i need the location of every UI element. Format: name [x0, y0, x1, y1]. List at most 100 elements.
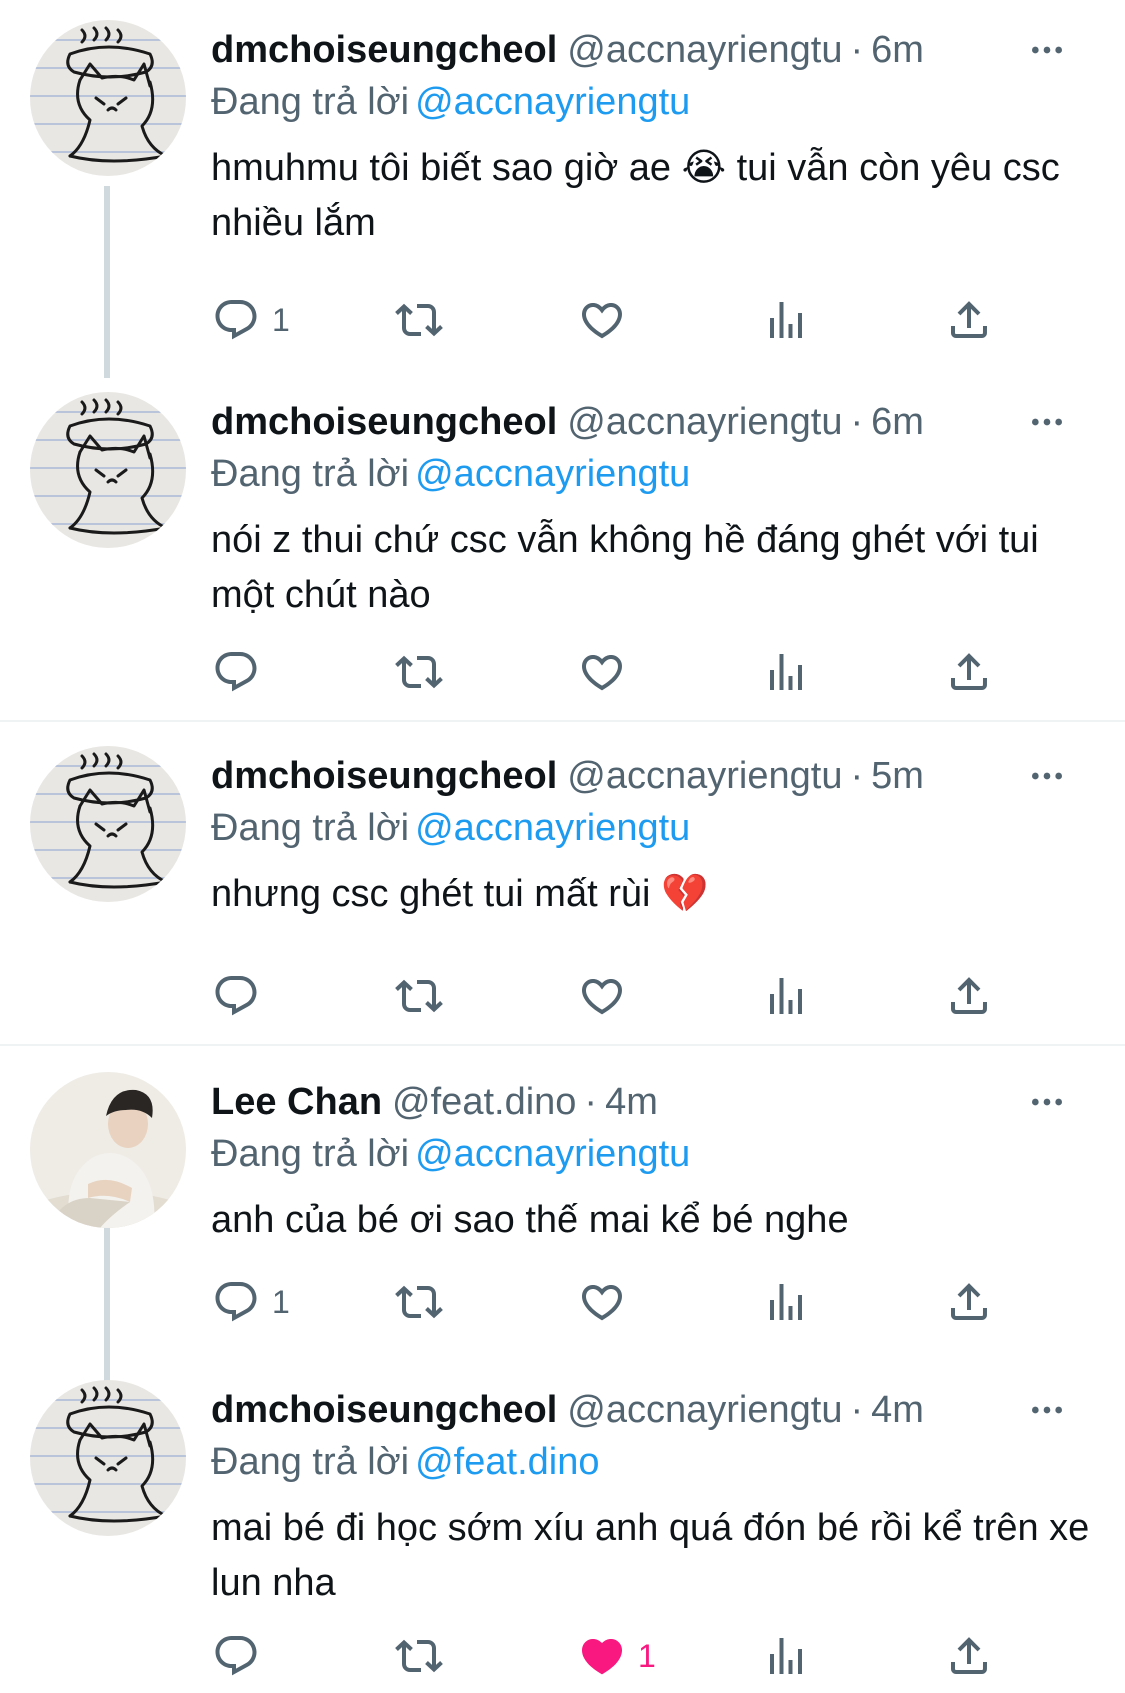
- analytics-icon: [762, 972, 810, 1020]
- user-handle[interactable]: @accnayriengtu: [567, 1389, 842, 1431]
- more-icon[interactable]: [1021, 1384, 1073, 1436]
- tweet-text: nói z thui chứ csc vẫn không hề đáng ghé…: [211, 519, 1039, 616]
- like-button[interactable]: 1: [578, 1626, 656, 1686]
- like-count: 1: [638, 1637, 656, 1674]
- more-icon[interactable]: [1021, 396, 1073, 448]
- display-name[interactable]: dmchoiseungcheol: [211, 29, 557, 71]
- tweet-header: dmchoiseungcheol @accnayriengtu · 5m: [211, 750, 1105, 802]
- share-button[interactable]: [945, 1626, 993, 1686]
- reply-mention-link[interactable]: @accnayriengtu: [415, 81, 690, 123]
- tweet-actions: [0, 966, 1125, 1026]
- views-button[interactable]: [762, 642, 810, 702]
- reply-button[interactable]: [212, 966, 272, 1026]
- tweet-header: dmchoiseungcheol @accnayriengtu · 4m: [211, 1384, 1105, 1436]
- like-button[interactable]: [578, 290, 638, 350]
- tweet-header: dmchoiseungcheol @accnayriengtu · 6m: [211, 24, 1105, 76]
- reply-mention-link[interactable]: @accnayriengtu: [415, 1133, 690, 1175]
- analytics-icon: [762, 1278, 810, 1326]
- heart-icon: [578, 648, 626, 696]
- tweet-actions: [0, 642, 1125, 702]
- reply-mention-link[interactable]: @accnayriengtu: [415, 807, 690, 849]
- share-icon: [945, 1632, 993, 1680]
- retweet-icon: [395, 296, 443, 344]
- share-icon: [945, 972, 993, 1020]
- more-icon[interactable]: [1021, 750, 1073, 802]
- timestamp[interactable]: 4m: [605, 1081, 658, 1123]
- avatar[interactable]: [30, 1380, 186, 1536]
- user-handle[interactable]: @accnayriengtu: [567, 401, 842, 443]
- replying-to: Đang trả lời @accnayriengtu: [211, 76, 1105, 128]
- timestamp[interactable]: 6m: [871, 401, 924, 443]
- avatar[interactable]: [30, 746, 186, 902]
- reply-button[interactable]: [212, 1626, 272, 1686]
- reply-button[interactable]: 1: [212, 290, 290, 350]
- replying-to-label: Đang trả lời: [211, 81, 410, 123]
- timestamp[interactable]: 4m: [871, 1389, 924, 1431]
- reply-button[interactable]: [212, 642, 272, 702]
- avatar[interactable]: [30, 20, 186, 176]
- replying-to: Đang trả lời @accnayriengtu: [211, 1128, 1105, 1180]
- reply-mention-link[interactable]: @feat.dino: [415, 1441, 599, 1483]
- views-button[interactable]: [762, 290, 810, 350]
- tweet-text: anh của bé ơi sao thế mai kể bé nghe: [211, 1199, 849, 1241]
- avatar[interactable]: [30, 1072, 186, 1228]
- retweet-button[interactable]: [395, 966, 443, 1026]
- reply-icon: [212, 648, 260, 696]
- share-button[interactable]: [945, 1272, 993, 1332]
- tweet-text: mai bé đi học sớm xíu anh quá đón bé rồi…: [211, 1507, 1090, 1604]
- display-name[interactable]: dmchoiseungcheol: [211, 401, 557, 443]
- separator-dot: ·: [584, 1081, 598, 1123]
- retweet-button[interactable]: [395, 1272, 443, 1332]
- reply-mention-link[interactable]: @accnayriengtu: [415, 453, 690, 495]
- share-button[interactable]: [945, 290, 993, 350]
- retweet-icon: [395, 972, 443, 1020]
- display-name[interactable]: Lee Chan: [211, 1081, 382, 1123]
- display-name[interactable]: dmchoiseungcheol: [211, 755, 557, 797]
- avatar[interactable]: [30, 392, 186, 548]
- share-button[interactable]: [945, 642, 993, 702]
- views-button[interactable]: [762, 1626, 810, 1686]
- share-button[interactable]: [945, 966, 993, 1026]
- like-button[interactable]: [578, 1272, 638, 1332]
- display-name[interactable]: dmchoiseungcheol: [211, 1389, 557, 1431]
- share-icon: [945, 648, 993, 696]
- tweet-actions: 1: [0, 1626, 1125, 1686]
- separator-dot: ·: [850, 1389, 864, 1431]
- timestamp[interactable]: 5m: [871, 755, 924, 797]
- user-handle[interactable]: @accnayriengtu: [567, 755, 842, 797]
- tweet-header: Lee Chan @feat.dino · 4m: [211, 1076, 1105, 1128]
- share-icon: [945, 1278, 993, 1326]
- analytics-icon: [762, 1632, 810, 1680]
- replying-to-label: Đang trả lời: [211, 453, 410, 495]
- retweet-button[interactable]: [395, 290, 443, 350]
- more-icon[interactable]: [1021, 1076, 1073, 1128]
- user-handle[interactable]: @feat.dino: [392, 1081, 576, 1123]
- replying-to-label: Đang trả lời: [211, 807, 410, 849]
- analytics-icon: [762, 296, 810, 344]
- reply-button[interactable]: 1: [212, 1272, 290, 1332]
- tweet[interactable]: dmchoiseungcheol @accnayriengtu · 4m Đang t…: [0, 1376, 1125, 1693]
- more-icon[interactable]: [1021, 24, 1073, 76]
- retweet-icon: [395, 648, 443, 696]
- tweet-header: dmchoiseungcheol @accnayriengtu · 6m: [211, 396, 1105, 448]
- tweet[interactable]: dmchoiseungcheol @accnayriengtu · 5m Đang t…: [0, 722, 1125, 1044]
- like-button[interactable]: [578, 642, 638, 702]
- heart-icon: [578, 1632, 626, 1680]
- views-button[interactable]: [762, 1272, 810, 1332]
- tweet[interactable]: dmchoiseungcheol @accnayriengtu · 6m Đang t…: [0, 0, 1125, 378]
- retweet-button[interactable]: [395, 642, 443, 702]
- timestamp[interactable]: 6m: [871, 29, 924, 71]
- like-button[interactable]: [578, 966, 638, 1026]
- replying-to: Đang trả lời @accnayriengtu: [211, 448, 1105, 500]
- views-button[interactable]: [762, 966, 810, 1026]
- retweet-icon: [395, 1632, 443, 1680]
- tweet[interactable]: Lee Chan @feat.dino · 4m Đang trả lời @accna…: [0, 1046, 1125, 1382]
- share-icon: [945, 296, 993, 344]
- user-handle[interactable]: @accnayriengtu: [567, 29, 842, 71]
- tweet-actions: 1: [0, 1272, 1125, 1332]
- heart-icon: [578, 1278, 626, 1326]
- reply-icon: [212, 296, 260, 344]
- tweet[interactable]: dmchoiseungcheol @accnayriengtu · 6m Đang t…: [0, 372, 1125, 720]
- retweet-button[interactable]: [395, 1626, 443, 1686]
- reply-icon: [212, 1278, 260, 1326]
